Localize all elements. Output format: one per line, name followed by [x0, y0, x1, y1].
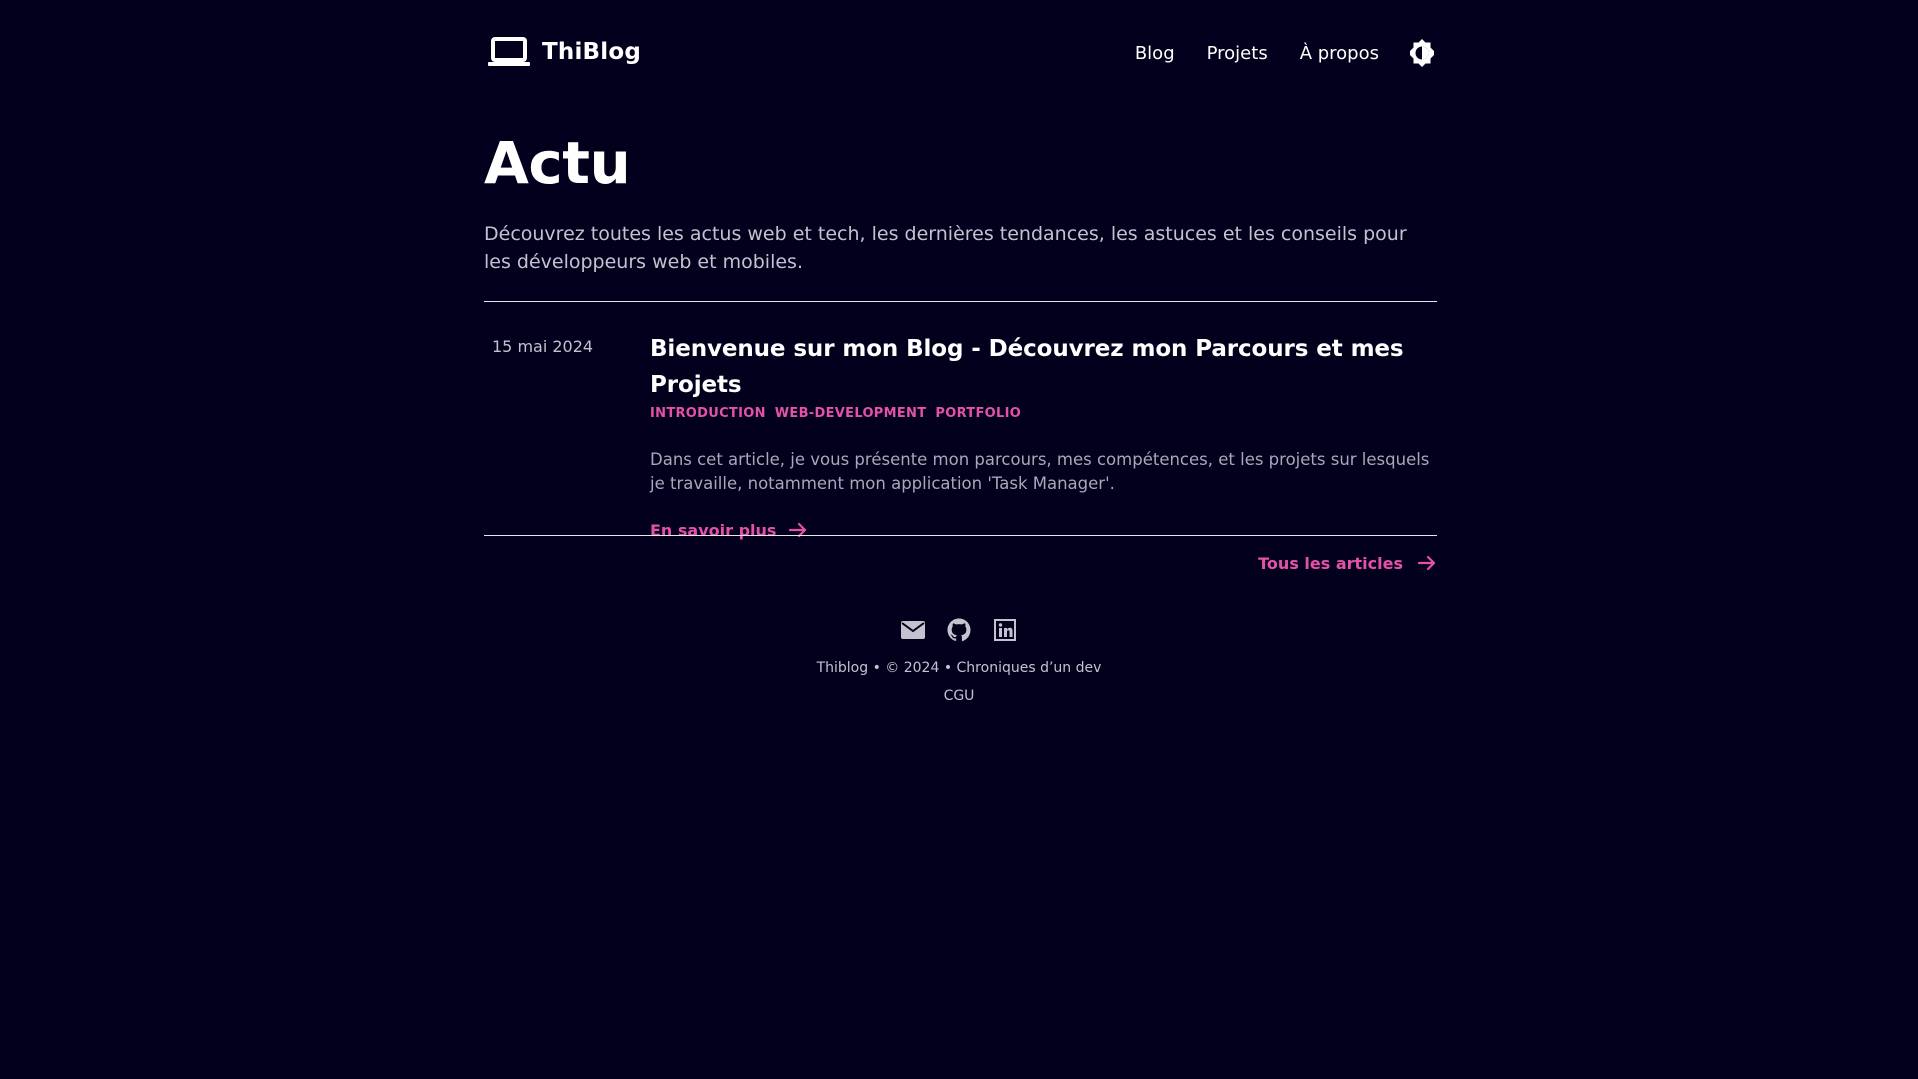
page-title: Actu — [484, 129, 631, 197]
all-articles-link[interactable]: Tous les articles — [1258, 553, 1437, 573]
article-summary: Dans cet article, je vous présente mon p… — [650, 450, 1430, 493]
github-link[interactable] — [947, 618, 971, 642]
brand-link[interactable]: ThiBlog — [488, 36, 641, 68]
page-intro: Découvrez toutes les actus web et tech, … — [484, 223, 1407, 273]
article-tags: INTRODUCTION WEB-DEVELOPMENT PORTFOLIO — [650, 406, 1440, 421]
nav-link-projets[interactable]: Projets — [1207, 43, 1268, 64]
divider — [484, 535, 1437, 536]
read-more-label: En savoir plus — [650, 520, 777, 540]
mail-icon — [901, 621, 925, 639]
arrow-right-icon — [1417, 555, 1436, 571]
article-content: Bienvenue sur mon Blog - Découvrez mon P… — [650, 331, 1440, 540]
divider — [484, 301, 1437, 302]
site-footer: Thiblog • © 2024 • Chroniques d’un dev C… — [0, 612, 1918, 704]
laptop-icon — [488, 37, 530, 66]
linkedin-link[interactable] — [993, 618, 1017, 642]
arrow-right-icon — [789, 522, 807, 538]
social-links — [0, 612, 1918, 648]
cgu-link[interactable]: CGU — [944, 688, 975, 704]
footer-copyright: Thiblog • © 2024 • Chroniques d’un dev — [816, 660, 1102, 676]
tag-introduction[interactable]: INTRODUCTION — [650, 406, 766, 421]
article-date: 15 mai 2024 — [492, 337, 594, 356]
theme-toggle-button[interactable] — [1407, 38, 1437, 68]
main-nav: Blog Projets À propos — [1103, 38, 1437, 68]
tag-portfolio[interactable]: PORTFOLIO — [935, 406, 1021, 421]
site-header: ThiBlog Blog Projets À propos — [484, 0, 1437, 110]
tag-web-development[interactable]: WEB-DEVELOPMENT — [775, 406, 927, 421]
github-icon — [947, 618, 971, 642]
nav-link-a-propos[interactable]: À propos — [1300, 43, 1379, 64]
article-title-link[interactable]: Bienvenue sur mon Blog - Découvrez mon P… — [650, 331, 1440, 403]
mail-link[interactable] — [901, 618, 925, 642]
all-articles-label: Tous les articles — [1258, 553, 1403, 573]
brightness-icon — [1410, 39, 1434, 67]
nav-link-blog[interactable]: Blog — [1135, 43, 1175, 64]
brand-name: ThiBlog — [542, 39, 642, 65]
linkedin-icon — [994, 619, 1016, 641]
read-more-link[interactable]: En savoir plus — [650, 520, 808, 540]
page-container: ThiBlog Blog Projets À propos Actu Décou… — [484, 0, 1437, 573]
